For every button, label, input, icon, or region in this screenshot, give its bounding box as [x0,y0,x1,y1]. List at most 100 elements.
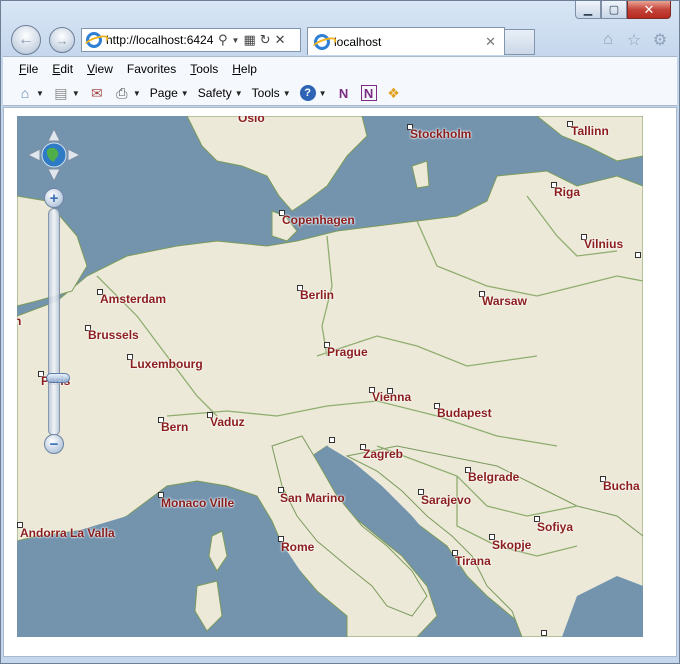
tab-localhost[interactable]: localhost ✕ [307,27,505,55]
city-label-vilnius[interactable]: Vilnius [584,237,623,251]
city-label-skopje[interactable]: Skopje [492,538,531,552]
star-favorites-icon[interactable]: ☆ [625,31,643,49]
print-command[interactable]: ⎙ ▼ [114,82,141,104]
dropdown-arrow-icon: ▼ [132,88,141,98]
city-label-stockholm[interactable]: Stockholm [410,127,471,141]
feeds-command[interactable]: ▤ ▼ [53,82,80,104]
map-view[interactable]: Oslo Stockholm Tallinn Riga Copenhagen V… [17,116,643,637]
menu-command-area: File Edit View Favorites Tools Help ⌂ ▼ ▤… [3,56,677,106]
city-label-luxembourg[interactable]: Luxembourg [130,357,203,371]
back-button[interactable]: ← [11,25,41,55]
address-bar[interactable]: http://localhost:6424 ⚲ ▼ ▦ ↻ ✕ [81,28,301,52]
forward-button[interactable]: → [49,27,75,53]
menu-view[interactable]: View [85,60,121,78]
pan-left-icon[interactable] [27,148,41,162]
city-label-vaduz[interactable]: Vaduz [210,415,245,429]
menu-favorites[interactable]: Favorites [125,60,184,78]
help-icon: ? [299,85,316,101]
dropdown-arrow-icon: ▼ [318,88,327,98]
search-icon[interactable]: ⚲ [218,32,228,48]
print-icon: ⎙ [116,84,128,101]
pan-down-icon[interactable] [47,168,61,182]
home-icon[interactable]: ⌂ [599,31,617,49]
city-label-monaco[interactable]: Monaco Ville [161,496,234,510]
city-label-berlin[interactable]: Berlin [300,288,334,302]
city-marker-ljubljana[interactable] [329,437,335,443]
dropdown-arrow-icon: ▼ [71,88,80,98]
browser-window: ▁ ▢ ✕ ← → http://localhost:6424 ⚲ ▼ ▦ ↻ … [0,0,680,664]
gear-icon[interactable]: ⚙ [651,31,669,49]
zoom-track[interactable] [46,208,70,436]
city-label-sofiya[interactable]: Sofiya [537,520,573,534]
zoom-in-button[interactable]: + [44,188,64,208]
zoom-thumb[interactable] [46,373,70,383]
onenote-command[interactable]: N [336,82,352,104]
stop-icon[interactable]: ✕ [275,32,286,48]
city-label-oslo[interactable]: Oslo [238,116,265,125]
tab-title: localhost [334,34,382,49]
window-caption-buttons: ▁ ▢ ✕ [575,1,671,19]
city-label-copenhagen[interactable]: Copenhagen [282,213,355,227]
city-label-tirana[interactable]: Tirana [455,554,491,568]
city-label-zagreb[interactable]: Zagreb [363,447,403,461]
city-label-amsterdam[interactable]: Amsterdam [100,292,166,306]
city-label-andorra[interactable]: Andorra La Valla [20,526,115,540]
pan-right-icon[interactable] [67,148,81,162]
home-command[interactable]: ⌂ ▼ [17,82,44,104]
onenote-linked-icon: N [360,85,377,101]
zoom-out-button[interactable]: − [44,434,64,454]
city-label-brussels[interactable]: Brussels [88,328,139,342]
refresh-icon[interactable]: ↻ [260,32,271,48]
safety-menu[interactable]: Safety ▼ [198,82,243,104]
menu-edit[interactable]: Edit [50,60,81,78]
map-pan-control[interactable] [27,128,81,182]
back-arrow-icon: ← [18,31,34,48]
dropdown-arrow-icon: ▼ [282,88,291,98]
feedback-command[interactable]: ❖ [386,82,402,104]
city-label-san-marino[interactable]: San Marino [280,491,345,505]
navigation-row: ← → http://localhost:6424 ⚲ ▼ ▦ ↻ ✕ loca… [1,25,680,57]
minimize-button[interactable]: ▁ [575,1,601,19]
city-marker-bottom[interactable] [541,630,547,636]
read-mail-icon: ✉ [90,84,103,101]
map-base-layer [17,116,643,637]
page-content: Oslo Stockholm Tallinn Riga Copenhagen V… [3,107,677,657]
new-tab-button[interactable] [505,29,535,55]
city-label-vienna[interactable]: Vienna [372,390,411,404]
menu-help[interactable]: Help [230,60,265,78]
dropdown-arrow-icon[interactable]: ▼ [232,36,240,45]
city-label-sarajevo[interactable]: Sarajevo [421,493,471,507]
ie-tab-icon [314,33,330,50]
menu-file[interactable]: File [17,60,46,78]
pan-up-icon[interactable] [47,128,61,142]
zoom-slider[interactable]: + − [44,188,70,454]
ie-page-icon [86,32,102,48]
city-label-warsaw[interactable]: Warsaw [482,294,527,308]
city-label-riga[interactable]: Riga [554,185,580,199]
compatibility-view-icon[interactable]: ▦ [243,32,255,48]
city-marker-edge-east[interactable] [635,252,641,258]
close-window-button[interactable]: ✕ [627,1,671,19]
address-text[interactable]: http://localhost:6424 [106,33,214,47]
city-label-prague[interactable]: Prague [327,345,368,359]
page-menu[interactable]: Page ▼ [150,82,189,104]
city-label-bern[interactable]: Bern [161,420,188,434]
maximize-button[interactable]: ▢ [601,1,627,19]
read-mail-command[interactable]: ✉ [89,82,105,104]
plus-icon: + [49,189,59,207]
close-tab-icon[interactable]: ✕ [485,34,496,50]
city-label-rome[interactable]: Rome [281,540,314,554]
city-label-budapest[interactable]: Budapest [437,406,492,420]
dropdown-arrow-icon: ▼ [36,88,44,98]
dropdown-arrow-icon: ▼ [234,88,243,98]
city-label-edge-west[interactable]: n [17,314,21,328]
city-label-tallinn[interactable]: Tallinn [571,124,609,138]
menu-tools[interactable]: Tools [188,60,226,78]
onenote-linked-command[interactable]: N [360,82,377,104]
forward-arrow-icon: → [55,32,69,48]
help-command[interactable]: ? ▼ [299,82,327,104]
city-label-belgrade[interactable]: Belgrade [468,470,519,484]
city-label-bucharest[interactable]: Bucha [603,479,640,493]
onenote-icon: N [338,85,349,101]
tools-menu[interactable]: Tools ▼ [252,82,291,104]
